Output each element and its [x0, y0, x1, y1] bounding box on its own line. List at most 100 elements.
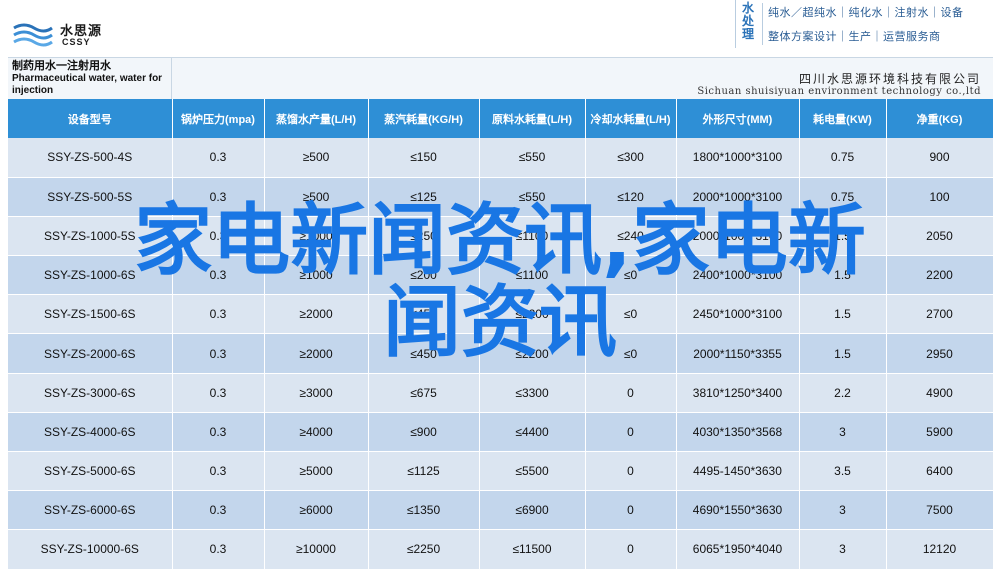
spec-cell: ≤0	[585, 333, 677, 374]
spec-cell: ≥6000	[264, 490, 369, 531]
spec-cell: 6065*1950*4040	[676, 529, 800, 570]
spec-cell: 3810*1250*3400	[676, 373, 800, 413]
model-cell: SSY-ZS-500-5S	[8, 177, 173, 217]
spec-cell: 0.3	[172, 529, 265, 570]
table-row: SSY-ZS-1000-5S 0.3 ≥1000 ≤250 ≤1100 ≤240 2000*…	[8, 216, 994, 257]
spec-cell: ≥5000	[264, 451, 369, 492]
table-row: SSY-ZS-2000-6S 0.3 ≥2000 ≤450 ≤2200 ≤0 2000*11…	[8, 333, 994, 374]
spec-cell: ≤2200	[479, 333, 586, 374]
spec-cell: 3	[799, 412, 887, 453]
spec-cell: 12120	[886, 529, 994, 570]
spec-cell: 2.2	[799, 373, 887, 413]
spec-cell: ≤450	[368, 294, 480, 335]
spec-cell: ≤6900	[479, 490, 586, 531]
spec-cell: 3	[799, 490, 887, 531]
spec-cell: 2400*1000*3100	[676, 255, 800, 296]
spec-cell: 5900	[886, 412, 994, 453]
spec-cell: 0.75	[799, 138, 887, 178]
spec-cell: 2950	[886, 333, 994, 374]
spec-cell: ≤3300	[479, 373, 586, 413]
spec-cell: 0	[585, 529, 677, 570]
spec-cell: ≤250	[368, 216, 480, 257]
spec-cell: 2050	[886, 216, 994, 257]
spec-cell: 0.3	[172, 294, 265, 335]
spec-cell: 2000*1150*3355	[676, 333, 800, 374]
spec-cell: ≤125	[368, 177, 480, 217]
company-strip: 制药用水一注射用水 Pharmaceutical water, water fo…	[8, 57, 993, 100]
spec-cell: ≤200	[368, 255, 480, 296]
spec-cell: 2700	[886, 294, 994, 335]
spec-cell: 1.5	[799, 216, 887, 257]
spec-cell: 4495-1450*3630	[676, 451, 800, 492]
spec-cell: ≤1350	[368, 490, 480, 531]
spec-cell: ≤11500	[479, 529, 586, 570]
model-cell: SSY-ZS-2000-6S	[8, 333, 173, 374]
spec-cell: ≤900	[368, 412, 480, 453]
spec-cell: ≤0	[585, 294, 677, 335]
column-header: 耗电量(KW)	[799, 99, 887, 138]
tagline-badge: 水处理	[741, 1, 754, 41]
spec-cell: 2200	[886, 255, 994, 296]
spec-cell: ≥500	[264, 138, 369, 178]
spec-cell: 0.3	[172, 412, 265, 453]
table-header-row: 设备型号 锅炉压力(mpa) 蒸馏水产量(L/H) 蒸汽耗量(KG/H) 原料水耗量(L…	[8, 99, 994, 138]
table-row: SSY-ZS-1500-6S 0.3 ≥2000 ≤450 ≤2200 ≤0 2450*10…	[8, 294, 994, 335]
spec-cell: ≤450	[368, 333, 480, 374]
column-header: 蒸汽耗量(KG/H)	[368, 99, 480, 138]
column-header: 设备型号	[8, 99, 173, 138]
company-name-cn: 四川水思源环境科技有限公司	[798, 72, 981, 86]
model-cell: SSY-ZS-500-4S	[8, 138, 173, 178]
spec-cell: ≤120	[585, 177, 677, 217]
column-header: 冷却水耗量(L/H)	[585, 99, 677, 138]
model-title-cn: 制药用水一注射用水	[12, 60, 111, 72]
model-cell: SSY-ZS-5000-6S	[8, 451, 173, 492]
tagline-box: 水处理 纯水／超纯水｜纯化水｜注射水｜设备 整体方案设计｜生产｜运营服务商	[735, 0, 985, 48]
spec-cell: ≥4000	[264, 412, 369, 453]
tagline-divider	[762, 3, 763, 45]
spec-cell: 3.5	[799, 451, 887, 492]
spec-cell: ≤300	[585, 138, 677, 178]
spec-cell: ≥500	[264, 177, 369, 217]
spec-cell: ≥1000	[264, 216, 369, 257]
column-header: 蒸馏水产量(L/H)	[264, 99, 369, 138]
model-cell: SSY-ZS-10000-6S	[8, 529, 173, 570]
column-header: 锅炉压力(mpa)	[172, 99, 265, 138]
spec-cell: 2000*1000*3100	[676, 177, 800, 217]
spec-cell: ≥10000	[264, 529, 369, 570]
spec-cell: ≤675	[368, 373, 480, 413]
spec-cell: 6400	[886, 451, 994, 492]
spec-cell: ≥1000	[264, 255, 369, 296]
spec-cell: 0	[585, 490, 677, 531]
logo-text-en: CSSY	[62, 37, 91, 47]
spec-cell: 0	[585, 451, 677, 492]
spec-cell: 0.3	[172, 177, 265, 217]
spec-cell: 0.75	[799, 177, 887, 217]
spec-cell: 0	[585, 373, 677, 413]
table-row: SSY-ZS-1000-6S 0.3 ≥1000 ≤200 ≤1100 ≤0 2400*10…	[8, 255, 994, 296]
spec-table: 设备型号 锅炉压力(mpa) 蒸馏水产量(L/H) 蒸汽耗量(KG/H) 原料水耗量(L…	[8, 99, 994, 570]
spec-cell: ≤1125	[368, 451, 480, 492]
spec-cell: 1800*1000*3100	[676, 138, 800, 178]
spec-cell: ≤1100	[479, 216, 586, 257]
brand-logo: 水思源 CSSY	[12, 18, 122, 52]
spec-cell: ≤550	[479, 138, 586, 178]
spec-cell: ≤550	[479, 177, 586, 217]
table-row: SSY-ZS-6000-6S 0.3 ≥6000 ≤1350 ≤6900 0 4690*15…	[8, 490, 994, 531]
spec-cell: ≤1100	[479, 255, 586, 296]
spec-cell: 4900	[886, 373, 994, 413]
model-cell: SSY-ZS-6000-6S	[8, 490, 173, 531]
spec-cell: 1.5	[799, 294, 887, 335]
spec-cell: ≤0	[585, 255, 677, 296]
spec-cell: ≥2000	[264, 333, 369, 374]
model-cell: SSY-ZS-3000-6S	[8, 373, 173, 413]
model-cell: SSY-ZS-1000-6S	[8, 255, 173, 296]
spec-cell: ≥3000	[264, 373, 369, 413]
table-row: SSY-ZS-500-5S 0.3 ≥500 ≤125 ≤550 ≤120 2000*100…	[8, 177, 994, 217]
spec-cell: 7500	[886, 490, 994, 531]
spec-cell: 0.3	[172, 255, 265, 296]
model-cell: SSY-ZS-4000-6S	[8, 412, 173, 453]
spec-cell: ≤150	[368, 138, 480, 178]
spec-cell: 2000*1000*3100	[676, 216, 800, 257]
spec-cell: 4690*1550*3630	[676, 490, 800, 531]
column-header: 净重(KG)	[886, 99, 994, 138]
